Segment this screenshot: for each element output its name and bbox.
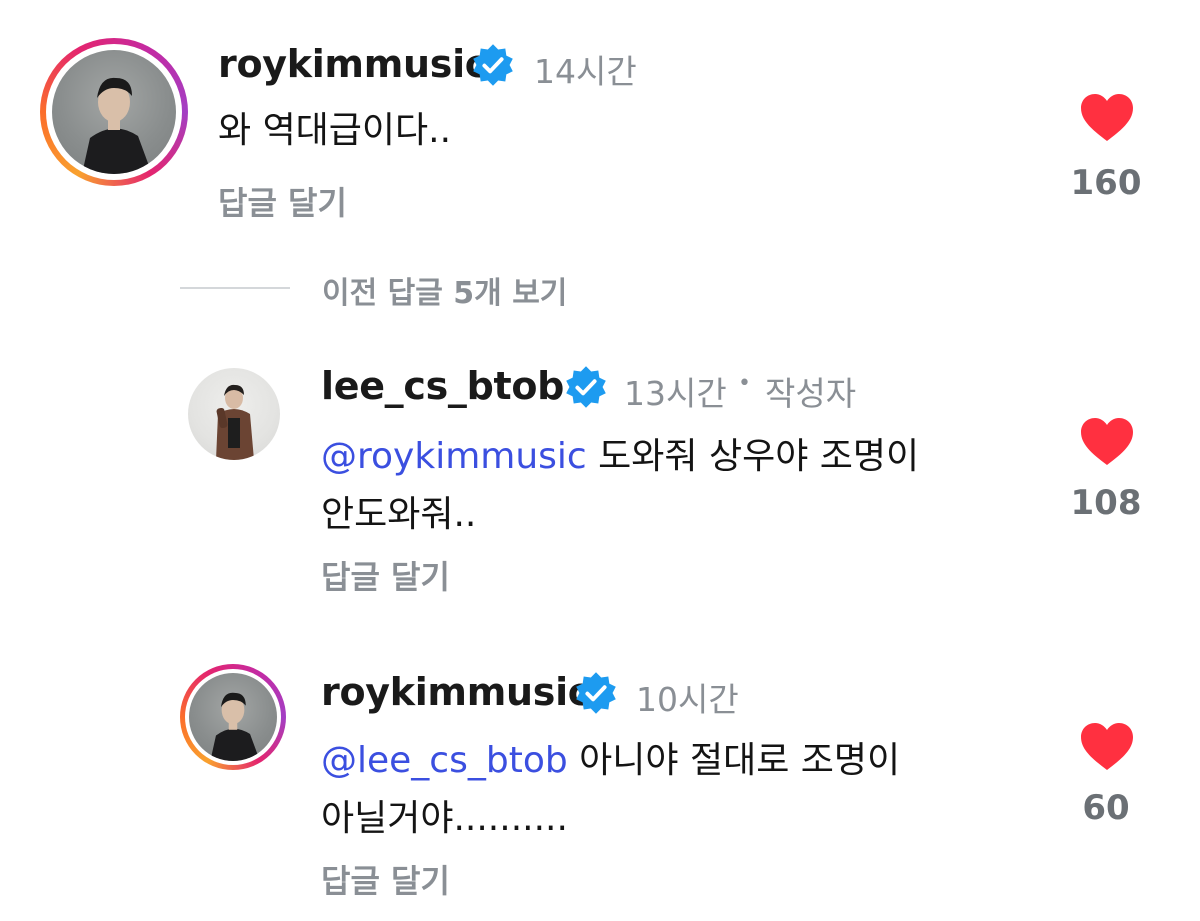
heart-icon[interactable] (1079, 93, 1135, 143)
like-count: 60 (1082, 788, 1130, 828)
reply-button[interactable]: 답글 달기 (321, 856, 450, 902)
profile-photo-icon (216, 384, 254, 460)
mention-link[interactable]: @roykimmusic (321, 436, 587, 477)
comment-timestamp: 10시간 (636, 680, 739, 719)
heart-icon[interactable] (1079, 722, 1135, 772)
reply-button[interactable]: 답글 달기 (218, 178, 347, 224)
verified-badge-icon (473, 44, 513, 86)
comment-username[interactable]: roykimmusic (218, 42, 487, 86)
avatar[interactable] (40, 38, 188, 186)
profile-photo-icon (210, 692, 260, 761)
comment-text-line1: @lee_cs_btob 아니야 절대로 조명이 (321, 732, 900, 790)
profile-photo-icon (82, 77, 152, 174)
replies-divider (180, 287, 290, 289)
like-count: 160 (1070, 163, 1142, 203)
comment-username[interactable]: roykimmusic (321, 670, 590, 714)
comment-text-line1: @roykimmusic 도와줘 상우야 조명이 (321, 428, 919, 486)
comment-username[interactable]: lee_cs_btob (321, 364, 564, 408)
comment-lee-cs-btob: lee_cs_btob 13시간 • 작성자 @roykimmusic 도와줘 … (0, 340, 1200, 610)
avatar[interactable] (180, 664, 286, 770)
mention-link[interactable]: @lee_cs_btob (321, 740, 568, 781)
view-previous-replies-button[interactable]: 이전 답글 5개 보기 (322, 268, 567, 312)
heart-icon[interactable] (1079, 417, 1135, 467)
reply-button[interactable]: 답글 달기 (321, 552, 450, 598)
author-tag: 작성자 (765, 374, 857, 413)
comment-roykimmusic-1: roykimmusic 14시간 와 역대급이다.. 답글 달기 160 (0, 0, 1200, 240)
verified-badge-icon (576, 672, 616, 714)
comment-text: 와 역대급이다.. (218, 110, 452, 151)
meta-separator: • (738, 371, 751, 396)
comment-text-line2: 안도와줘.. (321, 494, 477, 535)
comment-timestamp: 13시간 (624, 374, 727, 413)
comment-roykimmusic-2: roykimmusic 10시간 @lee_cs_btob 아니야 절대로 조명… (0, 640, 1200, 921)
like-count: 108 (1070, 483, 1142, 523)
avatar[interactable] (188, 368, 280, 460)
comment-timestamp: 14시간 (534, 52, 637, 91)
verified-badge-icon (566, 366, 606, 408)
comment-text: 아니야 절대로 조명이 (567, 740, 901, 781)
comment-text-line2: 아닐거야.......... (321, 798, 568, 839)
comment-text: 도와줘 상우야 조명이 (586, 436, 920, 477)
